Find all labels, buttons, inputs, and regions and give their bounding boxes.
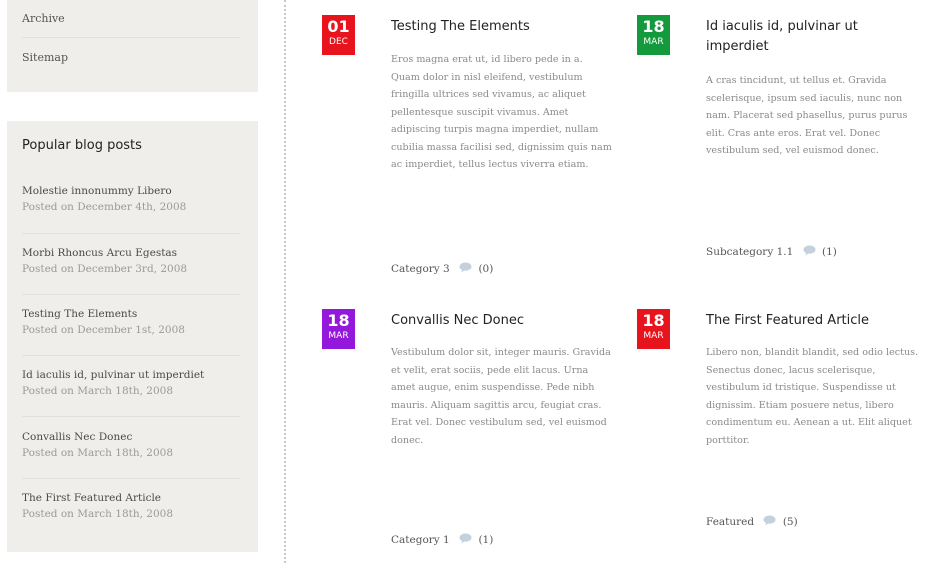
date-month: MAR (643, 37, 664, 47)
comment-count[interactable]: (1) (822, 246, 837, 258)
popular-post-date: Posted on March 18th, 2008 (22, 385, 174, 397)
popular-post-item[interactable]: Morbi Rhoncus Arcu Egestas Posted on Dec… (22, 245, 240, 277)
column-separator (284, 0, 286, 563)
sidebar-link-sitemap[interactable]: Sitemap (22, 51, 68, 64)
sidebar-link-archive[interactable]: Archive (22, 12, 65, 25)
popular-post-title[interactable]: Id iaculis id, pulvinar ut imperdiet (22, 367, 240, 383)
popular-post-title[interactable]: Molestie innonummy Libero (22, 183, 240, 199)
article-meta: Subcategory 1.1 (1) (706, 245, 837, 258)
widget-title: Popular blog posts (22, 138, 142, 153)
article-title[interactable]: Id iaculis id, pulvinar ut imperdiet (706, 17, 916, 57)
date-badge: 18 MAR (637, 15, 670, 55)
popular-post-item[interactable]: Convallis Nec Donec Posted on March 18th… (22, 429, 240, 461)
article-title[interactable]: Testing The Elements (391, 17, 601, 37)
date-day: 01 (327, 17, 350, 36)
comment-bubble-icon[interactable] (459, 262, 472, 273)
comment-count[interactable]: (0) (478, 263, 493, 275)
popular-post-date: Posted on March 18th, 2008 (22, 447, 174, 459)
popular-post-item[interactable]: Molestie innonummy Libero Posted on Dece… (22, 183, 240, 215)
popular-post-item[interactable]: The First Featured Article Posted on Mar… (22, 490, 240, 522)
date-badge: 18 MAR (322, 309, 355, 349)
pages-widget: Archive Sitemap (7, 0, 258, 92)
date-day: 18 (642, 17, 665, 36)
article-meta: Category 3 (0) (391, 262, 493, 275)
popular-post-title[interactable]: Morbi Rhoncus Arcu Egestas (22, 245, 240, 261)
comment-bubble-icon[interactable] (763, 515, 776, 526)
article-meta: Category 1 (1) (391, 533, 493, 546)
divider (22, 294, 240, 295)
article-excerpt: A cras tincidunt, ut tellus et. Gravida … (706, 75, 908, 156)
article-meta: Featured (5) (706, 515, 798, 528)
category-link[interactable]: Category 3 (391, 263, 450, 275)
divider (22, 478, 240, 479)
popular-post-date: Posted on December 3rd, 2008 (22, 263, 188, 275)
date-month: MAR (643, 331, 664, 341)
popular-post-title[interactable]: Convallis Nec Donec (22, 429, 240, 445)
date-day: 18 (642, 311, 665, 330)
date-month: MAR (328, 331, 349, 341)
comment-count[interactable]: (5) (783, 516, 798, 528)
comment-bubble-icon[interactable] (803, 245, 816, 256)
category-link[interactable]: Category 1 (391, 534, 450, 546)
popular-post-date: Posted on December 4th, 2008 (22, 201, 187, 213)
article-title[interactable]: The First Featured Article (706, 311, 916, 331)
article-title[interactable]: Convallis Nec Donec (391, 311, 601, 331)
category-link[interactable]: Featured (706, 516, 754, 528)
comment-bubble-icon[interactable] (459, 533, 472, 544)
date-badge: 01 DEC (322, 15, 355, 55)
divider (22, 416, 240, 417)
article-excerpt: Libero non, blandit blandit, sed odio le… (706, 347, 919, 446)
popular-post-item[interactable]: Id iaculis id, pulvinar ut imperdiet Pos… (22, 367, 240, 399)
divider (22, 355, 240, 356)
date-month: DEC (329, 37, 348, 47)
popular-post-date: Posted on March 18th, 2008 (22, 508, 174, 520)
category-link[interactable]: Subcategory 1.1 (706, 246, 793, 258)
popular-posts-widget: Popular blog posts Molestie innonummy Li… (7, 121, 258, 552)
divider (22, 233, 240, 234)
divider (22, 37, 240, 38)
popular-post-title[interactable]: The First Featured Article (22, 490, 240, 506)
date-badge: 18 MAR (637, 309, 670, 349)
popular-post-title[interactable]: Testing The Elements (22, 306, 240, 322)
popular-post-item[interactable]: Testing The Elements Posted on December … (22, 306, 240, 338)
comment-count[interactable]: (1) (478, 534, 493, 546)
article-excerpt: Eros magna erat ut, id libero pede in a.… (391, 54, 612, 170)
date-day: 18 (327, 311, 350, 330)
popular-post-date: Posted on December 1st, 2008 (22, 324, 185, 336)
article-excerpt: Vestibulum dolor sit, integer mauris. Gr… (391, 347, 611, 446)
